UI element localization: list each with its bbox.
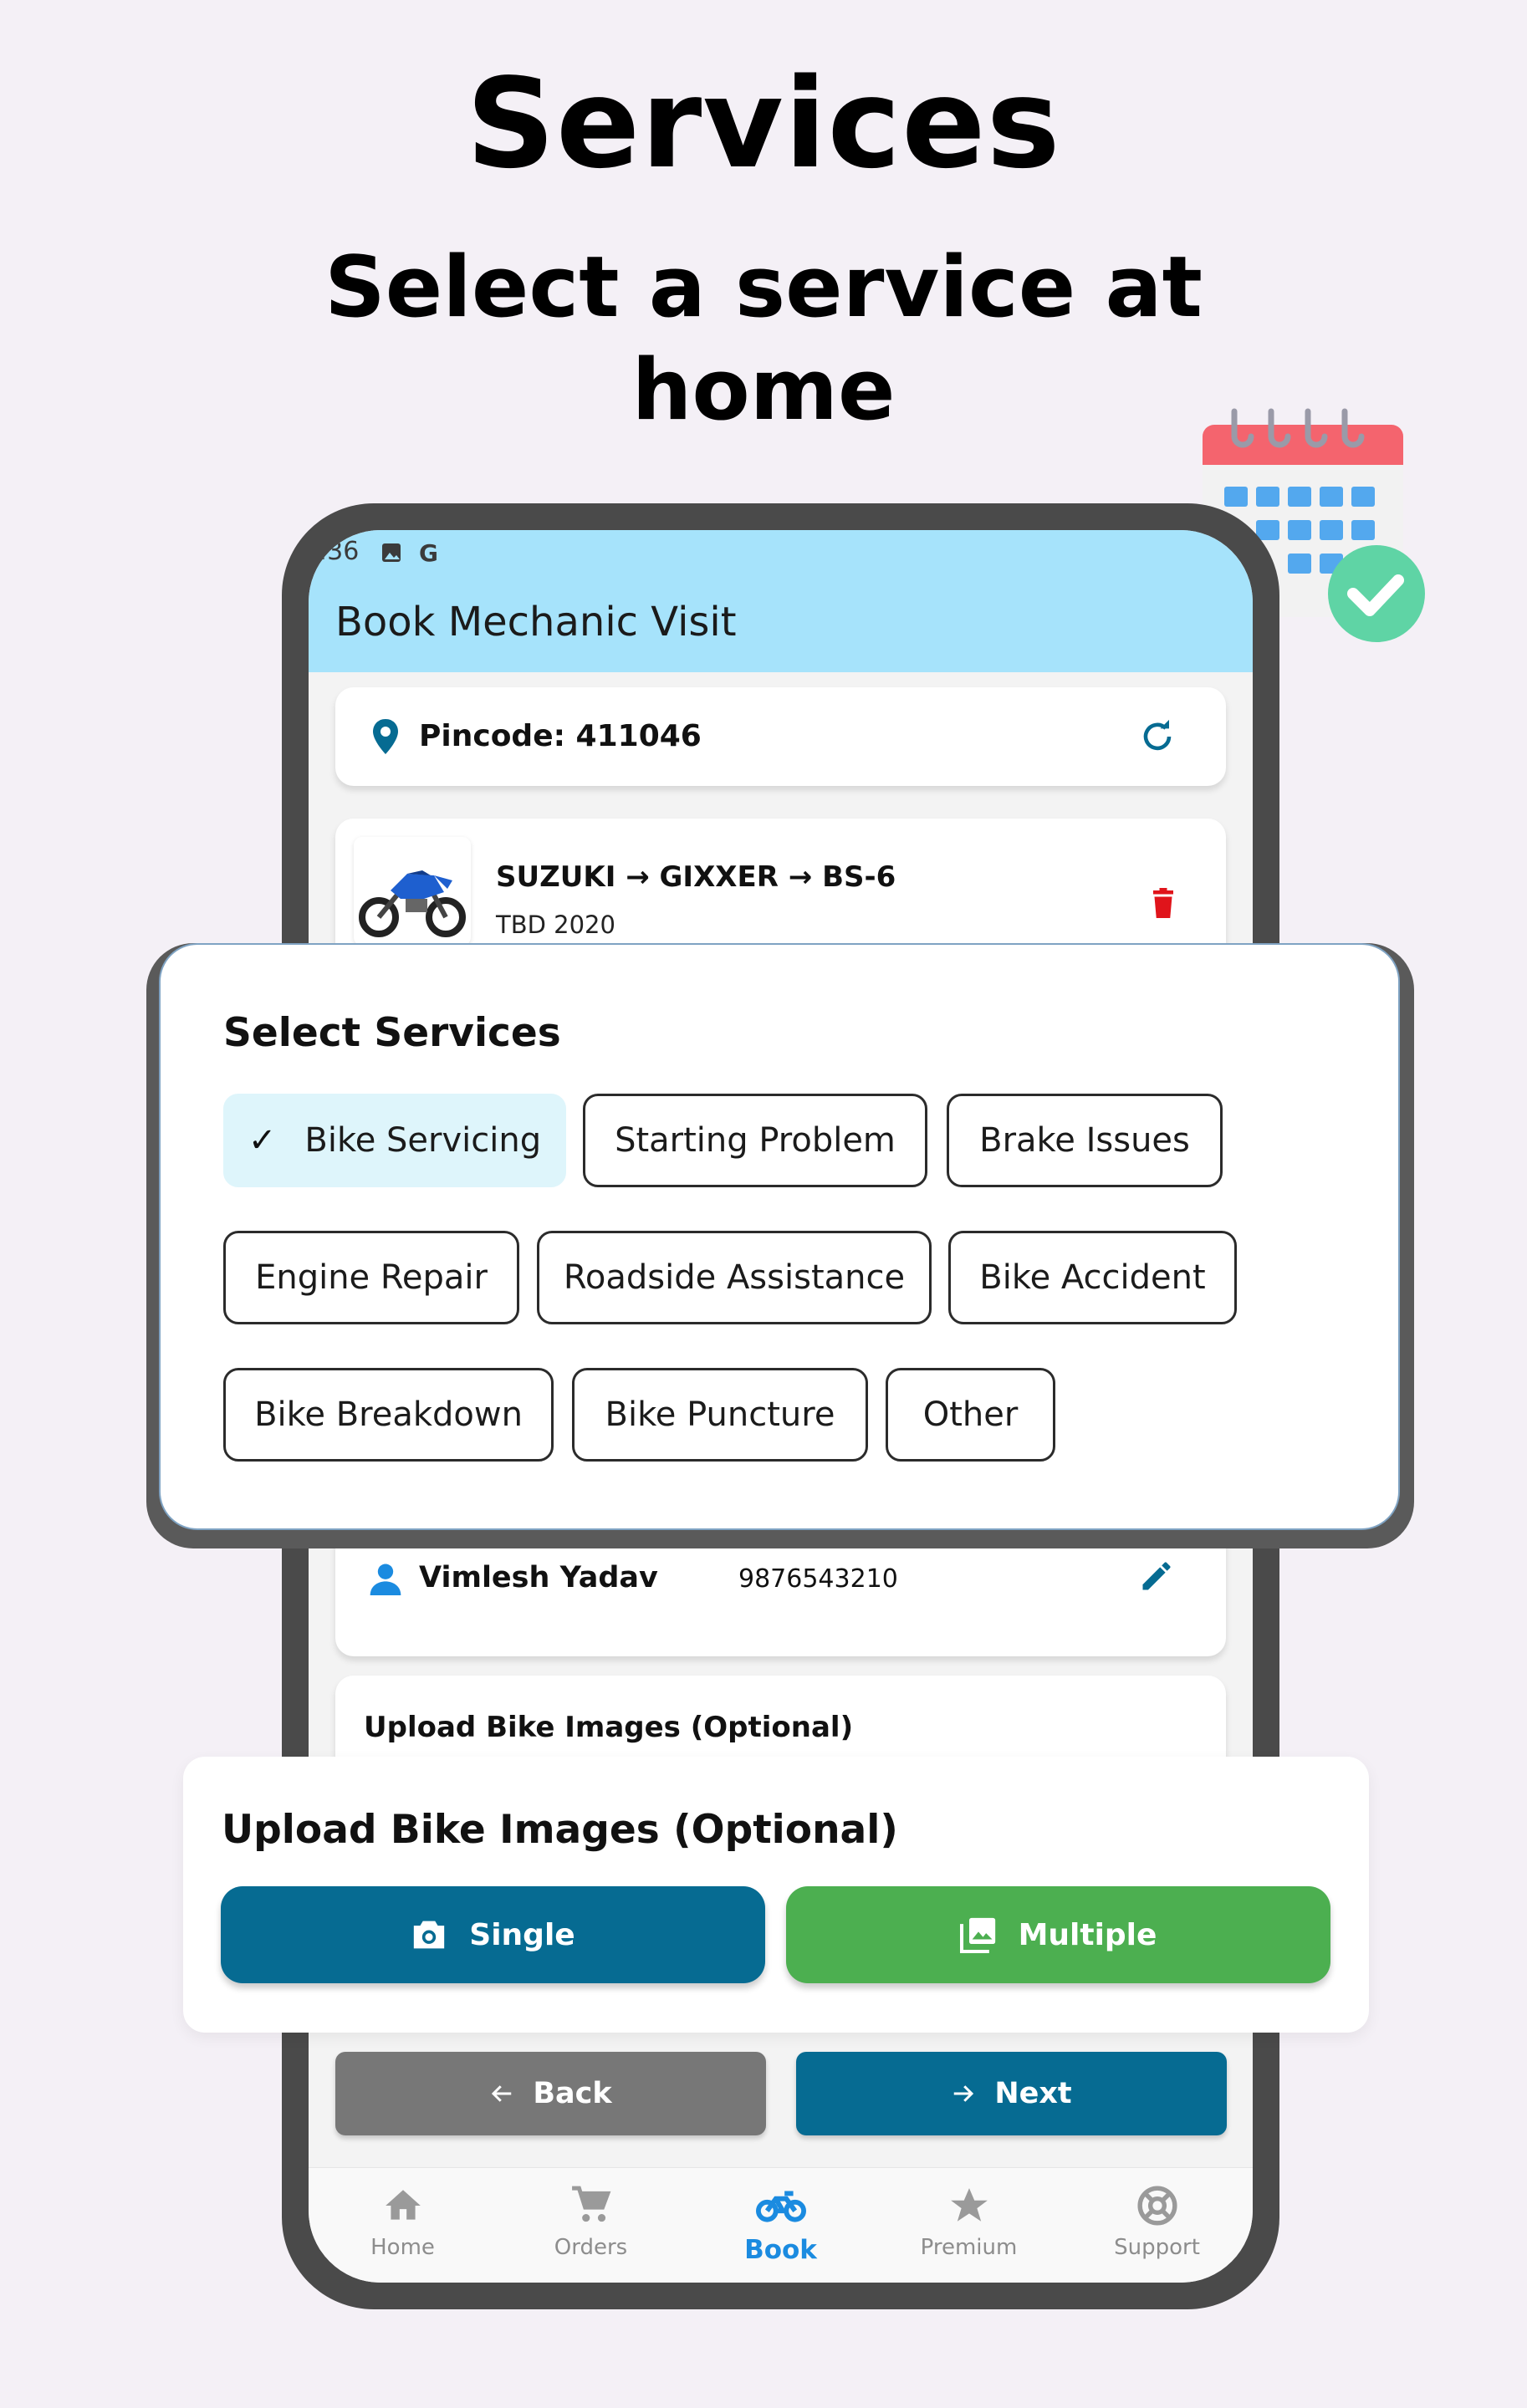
services-title: Select Services [223, 1010, 561, 1056]
chip-bike-servicing[interactable]: ✓ Bike Servicing [223, 1094, 566, 1187]
hero-title: Services [466, 52, 1061, 196]
chip-engine-repair[interactable]: Engine Repair [223, 1231, 519, 1324]
upload-multiple-button[interactable]: Multiple [786, 1886, 1330, 1983]
pincode-card[interactable]: Pincode: 411046 [335, 687, 1226, 786]
status-icons: G [382, 539, 438, 567]
chip-label: Bike Breakdown [254, 1395, 523, 1434]
chip-other[interactable]: Other [886, 1368, 1055, 1462]
arrow-left-icon [492, 2085, 512, 2102]
customer-name: Vimlesh Yadav [419, 1561, 658, 1594]
arrow-right-icon [954, 2085, 974, 2102]
chip-label: Bike Puncture [605, 1395, 835, 1434]
nav-support[interactable]: Support [1063, 2168, 1251, 2283]
customer-phone: 9876543210 [738, 1564, 898, 1594]
nav-premium[interactable]: Premium [875, 2168, 1063, 2283]
camera-icon [414, 1921, 445, 1949]
nav-home-label: Home [370, 2235, 435, 2260]
home-icon [385, 2190, 421, 2220]
next-label: Next [994, 2077, 1072, 2110]
chip-label: Brake Issues [979, 1121, 1190, 1160]
cart-icon [571, 2186, 610, 2222]
chip-starting-problem[interactable]: Starting Problem [583, 1094, 927, 1187]
chip-roadside-assistance[interactable]: Roadside Assistance [537, 1231, 932, 1324]
chip-label: Roadside Assistance [563, 1258, 906, 1297]
star-icon [950, 2188, 988, 2222]
nav-book[interactable]: Book [687, 2168, 875, 2283]
services-panel: Select Services ✓ Bike Servicing Startin… [159, 943, 1400, 1530]
refresh-icon[interactable] [1140, 719, 1175, 754]
app-bar: :36 G Book Mechanic Visit [309, 530, 1253, 672]
photo-library-icon [959, 1917, 995, 1953]
motorcycle-icon [359, 870, 466, 937]
upload-inline-title: Upload Bike Images (Optional) [364, 1711, 854, 1744]
status-time: :36 [319, 537, 360, 566]
back-button[interactable]: Back [335, 2052, 766, 2135]
hero-subtitle: Select a service at home [324, 237, 1203, 439]
upload-multiple-label: Multiple [1018, 1917, 1157, 1952]
nav-orders-label: Orders [554, 2235, 628, 2260]
chip-brake-issues[interactable]: Brake Issues [947, 1094, 1223, 1187]
chip-label: Bike Servicing [304, 1121, 542, 1160]
bottom-nav: Home Orders Book Premium Support [309, 2167, 1253, 2283]
edit-icon[interactable] [1138, 1558, 1175, 1594]
chip-bike-puncture[interactable]: Bike Puncture [572, 1368, 868, 1462]
upload-single-label: Single [469, 1917, 575, 1952]
vehicle-meta: TBD 2020 [496, 911, 615, 939]
back-label: Back [533, 2077, 612, 2110]
nav-book-label: Book [744, 2235, 817, 2265]
upload-title: Upload Bike Images (Optional) [222, 1807, 898, 1853]
bike-icon [755, 2191, 806, 2222]
chip-bike-accident[interactable]: Bike Accident [948, 1231, 1237, 1324]
next-button[interactable]: Next [796, 2052, 1227, 2135]
nav-premium-label: Premium [920, 2235, 1018, 2260]
chip-bike-breakdown[interactable]: Bike Breakdown [223, 1368, 554, 1462]
nav-support-label: Support [1114, 2235, 1200, 2260]
delete-icon[interactable] [1151, 887, 1176, 919]
nav-orders[interactable]: Orders [497, 2168, 685, 2283]
upload-single-button[interactable]: Single [221, 1886, 765, 1983]
chip-label: Starting Problem [615, 1121, 896, 1160]
pincode-label: Pincode: 411046 [419, 719, 702, 753]
chip-label: Other [922, 1395, 1019, 1434]
svg-text:G: G [419, 539, 438, 567]
upload-panel: Upload Bike Images (Optional) Single Mul… [183, 1757, 1369, 2033]
location-pin-icon [373, 719, 398, 754]
chip-label: Bike Accident [979, 1258, 1206, 1297]
chip-label: Engine Repair [255, 1258, 488, 1297]
nav-home[interactable]: Home [309, 2168, 497, 2283]
app-title: Book Mechanic Visit [335, 599, 737, 645]
person-icon [370, 1564, 401, 1595]
check-icon: ✓ [248, 1121, 277, 1160]
vehicle-name: SUZUKI → GIXXER → BS-6 [496, 860, 896, 894]
support-icon [1136, 2186, 1177, 2226]
bike-image [354, 837, 471, 946]
